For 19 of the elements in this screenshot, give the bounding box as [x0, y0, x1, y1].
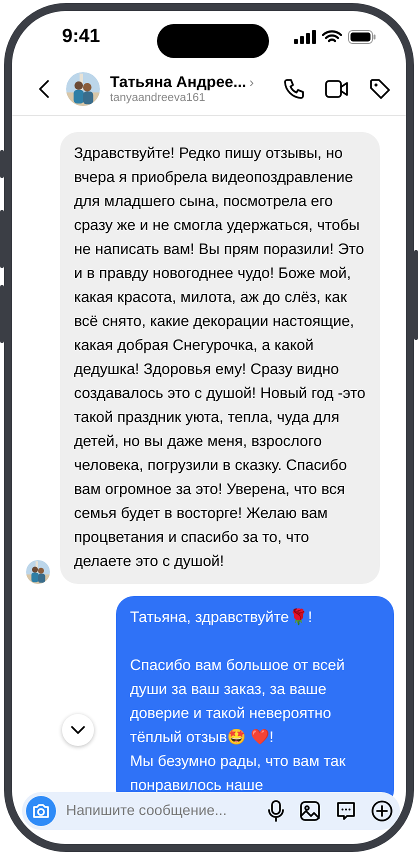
tag-icon[interactable] — [368, 77, 392, 101]
microphone-icon[interactable] — [266, 799, 286, 823]
gallery-icon[interactable] — [298, 799, 322, 823]
status-time: 9:41 — [62, 26, 100, 48]
add-icon[interactable] — [370, 799, 394, 823]
sticker-icon[interactable] — [334, 799, 358, 823]
camera-button[interactable] — [26, 796, 56, 826]
wifi-icon — [322, 30, 342, 44]
message-bubble: Здравствуйте! Редко пишу отзывы, но вчера я приобрела видеопоздравление для младшего сына, посмотрела его сразу же и не смогла удержаться, чтобы не написать вам! Вы прям поразили! Это и в правду новогоднее чудо! Боже мой, какая красота, милота, аж до слёз, как всё снято, какие декорации настоящие, какая добрая Снегурочка, а какой дедушка! Здоровья ему! Сразу видно создавалось это с душой! Новый год -это такой праздник уюта, тепла, чуда для детей, но вы даже меня, взрослого человека, погрузили в сказку. Спасибо вам огромное за это! Уверена, что вся семья будет в восторге! Желаю вам процветания и спасибо за то, что делаете это с душой! — [60, 132, 380, 584]
chevron-down-icon — [70, 725, 86, 735]
camera-icon — [32, 803, 50, 819]
contact-name[interactable]: Татьяна Андрее... — [110, 74, 246, 92]
scroll-down-button[interactable] — [62, 714, 94, 746]
username: tanyaandreeva161 — [110, 92, 206, 104]
chevron-icon[interactable]: › — [249, 74, 254, 90]
phone-icon[interactable] — [282, 77, 306, 101]
battery-icon — [348, 30, 376, 44]
signal-icon — [294, 30, 316, 44]
video-call-icon[interactable] — [324, 77, 350, 101]
